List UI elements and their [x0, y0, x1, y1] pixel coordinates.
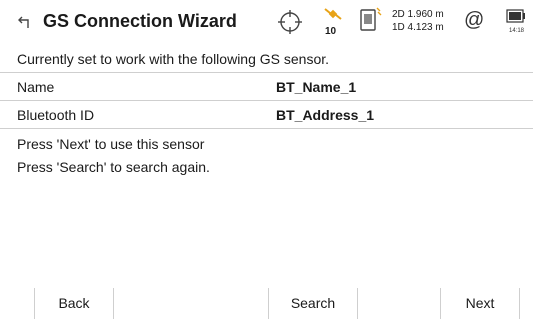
field-value-bluetooth-id: BT_Address_1	[276, 107, 375, 123]
gs-sensor-icon[interactable]	[358, 6, 382, 34]
clock: 14:18	[509, 28, 525, 34]
back-arrow-icon[interactable]	[17, 14, 33, 30]
position-quality: 2D 1.960 m 1D 4.123 m	[392, 8, 444, 34]
intro-label: Currently set to work with the following…	[17, 51, 330, 67]
softkey-bar: Back Search Next	[0, 288, 533, 319]
wizard-content: Currently set to work with the following…	[0, 45, 533, 179]
field-row-name: Name BT_Name_1	[0, 73, 533, 101]
instructions: Press 'Next' to use this sensor Press 'S…	[0, 129, 533, 179]
field-value-name: BT_Name_1	[276, 79, 357, 95]
quality-2d: 2D 1.960 m	[392, 9, 444, 20]
battery-icon[interactable]	[506, 9, 526, 23]
intro-text: Currently set to work with the following…	[0, 45, 533, 73]
search-button[interactable]: Search	[268, 288, 358, 319]
at-icon[interactable]: @	[464, 9, 484, 32]
page-title: GS Connection Wizard	[43, 11, 237, 31]
gnss-crosshair-icon[interactable]	[277, 9, 303, 35]
satellite-icon[interactable]	[322, 6, 344, 22]
field-label-bluetooth-id: Bluetooth ID	[17, 107, 95, 123]
instruction-search: Press 'Search' to search again.	[17, 159, 210, 175]
field-label-name: Name	[17, 79, 55, 95]
title-bar: GS Connection Wizard 10 2D 1.960 m 1D 4.…	[0, 0, 533, 45]
quality-1d: 1D 4.123 m	[392, 22, 444, 33]
field-row-bluetooth-id: Bluetooth ID BT_Address_1	[0, 101, 533, 129]
satellite-count: 10	[325, 26, 337, 37]
instruction-next: Press 'Next' to use this sensor	[17, 136, 205, 152]
next-button[interactable]: Next	[440, 288, 520, 319]
back-button[interactable]: Back	[34, 288, 114, 319]
